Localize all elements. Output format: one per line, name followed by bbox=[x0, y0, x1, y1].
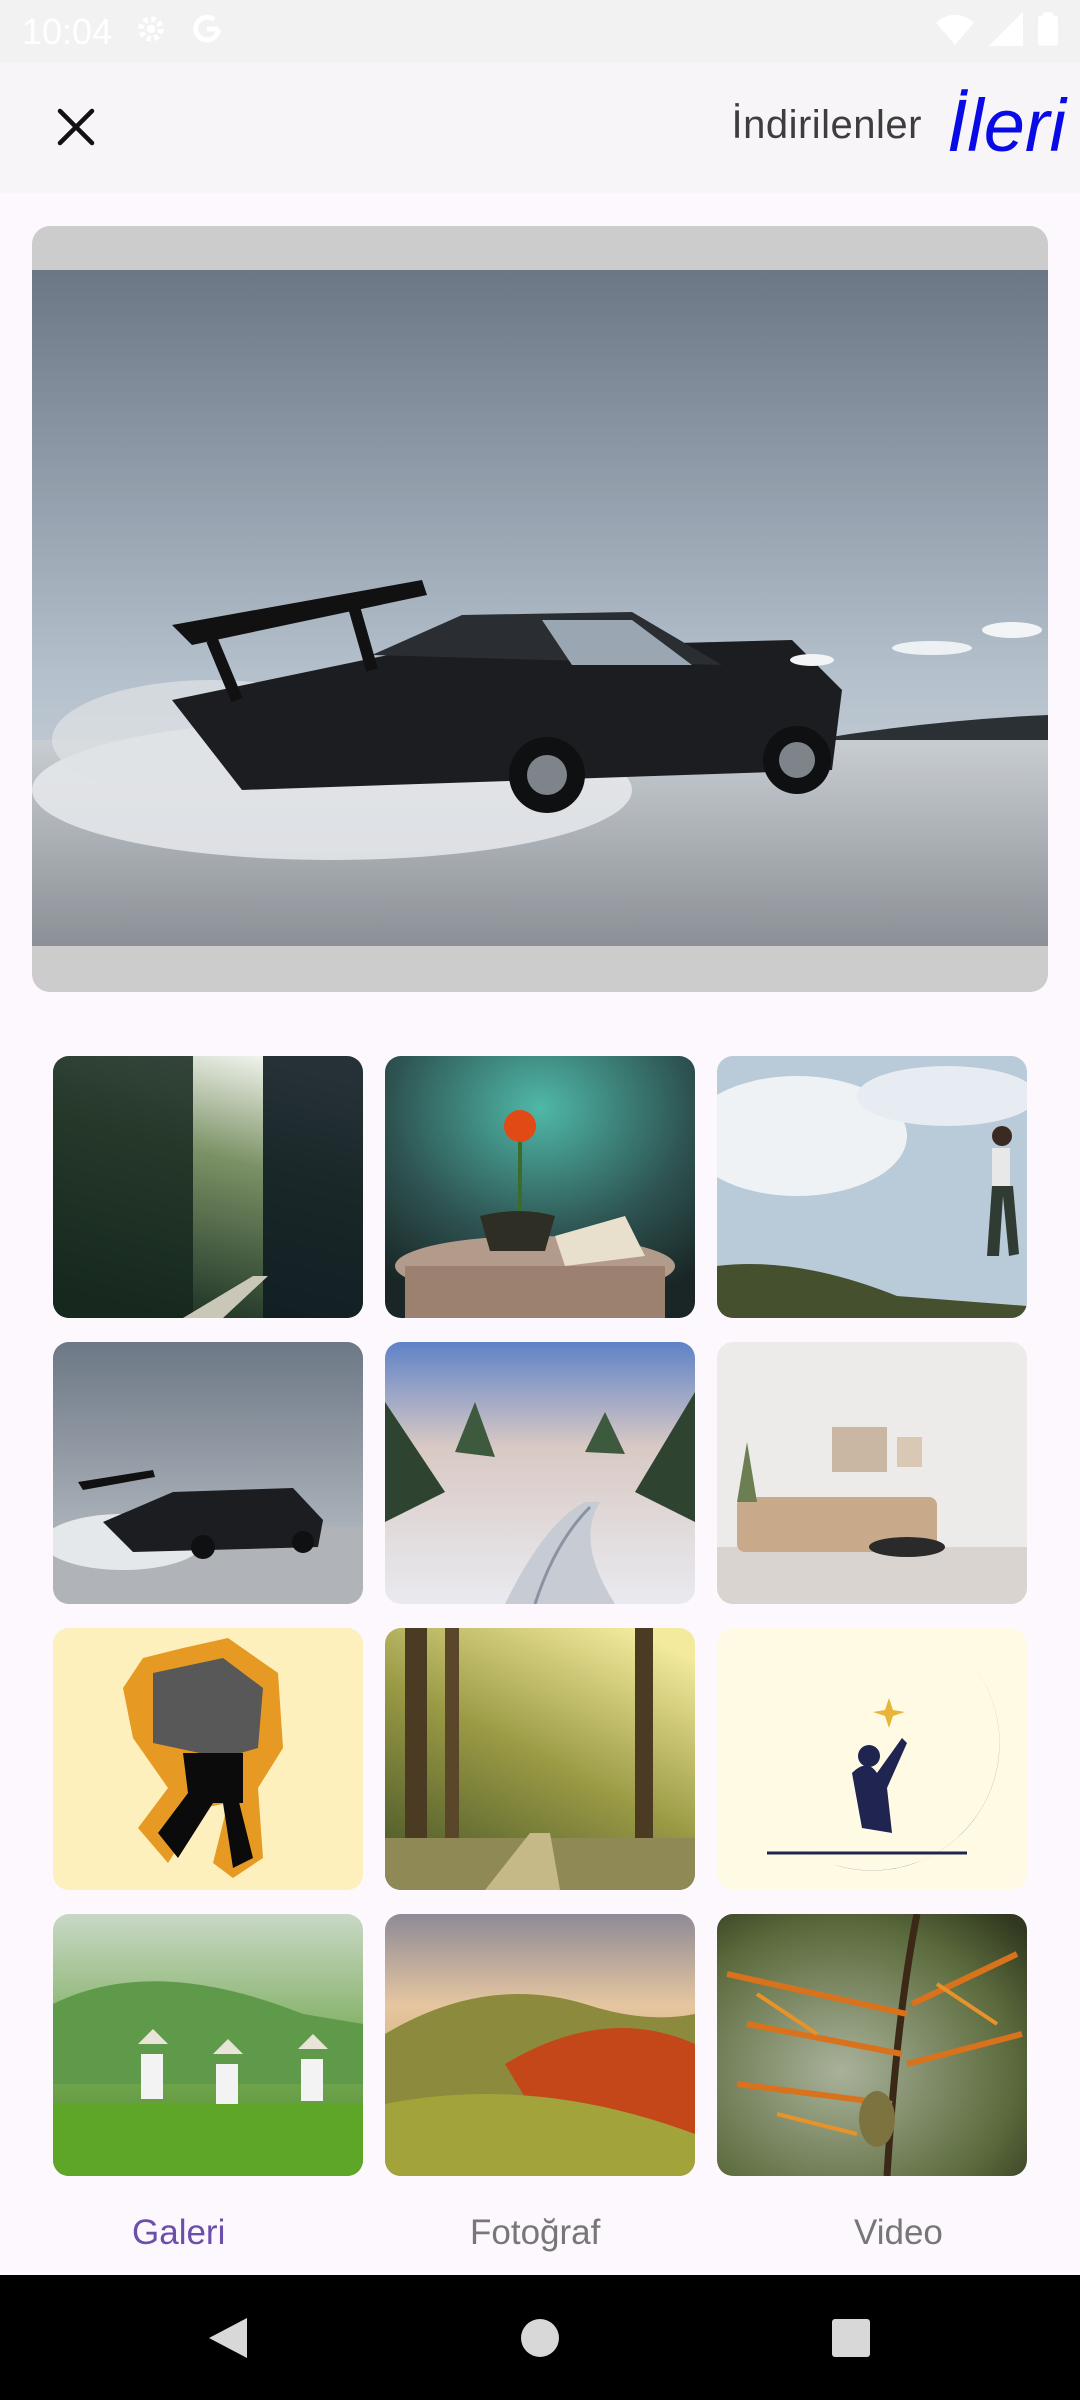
top-app-bar: İndirilenler İleri bbox=[0, 63, 1080, 193]
downloads-folder-selector[interactable]: İndirilenler bbox=[731, 103, 922, 148]
thumbnail-image bbox=[385, 1056, 695, 1318]
gallery-thumbnail[interactable] bbox=[53, 1342, 363, 1604]
system-navigation-bar bbox=[0, 2275, 1080, 2400]
thumbnail-image bbox=[717, 1342, 1027, 1604]
gallery-thumbnail[interactable] bbox=[53, 1056, 363, 1318]
thumbnail-image bbox=[385, 1628, 695, 1890]
recents-button[interactable] bbox=[818, 2305, 884, 2371]
back-button[interactable] bbox=[195, 2305, 261, 2371]
status-bar: 10:04 bbox=[0, 0, 1080, 63]
tab-gallery[interactable]: Galeri bbox=[132, 2213, 225, 2253]
gallery-thumbnail[interactable] bbox=[385, 1628, 695, 1890]
recents-icon bbox=[832, 2319, 870, 2357]
home-icon bbox=[521, 2319, 559, 2357]
gear-icon bbox=[134, 12, 168, 51]
back-icon bbox=[209, 2318, 247, 2358]
gallery-thumbnail[interactable] bbox=[717, 1342, 1027, 1604]
gallery-thumbnail[interactable] bbox=[717, 1056, 1027, 1318]
gallery-thumbnail[interactable] bbox=[53, 1628, 363, 1890]
next-button[interactable]: İleri bbox=[947, 83, 1066, 168]
gallery-thumbnail[interactable] bbox=[53, 1914, 363, 2176]
close-button[interactable] bbox=[40, 91, 112, 163]
media-source-tabs: Galeri Fotoğraf Video bbox=[0, 2195, 1080, 2275]
google-icon bbox=[190, 12, 224, 51]
status-time: 10:04 bbox=[22, 10, 113, 52]
thumbnail-image bbox=[385, 1914, 695, 2176]
preview-image bbox=[32, 270, 1048, 946]
thumbnail-image bbox=[717, 1628, 1027, 1890]
gallery-thumbnail[interactable] bbox=[717, 1628, 1027, 1890]
thumbnail-image bbox=[717, 1914, 1027, 2176]
gallery-thumbnail[interactable] bbox=[385, 1914, 695, 2176]
close-icon bbox=[57, 108, 95, 146]
home-button[interactable] bbox=[507, 2305, 573, 2371]
tab-photo[interactable]: Fotoğraf bbox=[470, 2213, 600, 2253]
thumbnail-image bbox=[385, 1342, 695, 1604]
thumbnail-image bbox=[53, 1628, 363, 1890]
gallery-thumbnail[interactable] bbox=[385, 1342, 695, 1604]
wifi-icon bbox=[936, 12, 974, 51]
thumbnail-image bbox=[53, 1914, 363, 2176]
battery-icon bbox=[1038, 12, 1058, 51]
thumbnail-image bbox=[53, 1342, 363, 1604]
tab-video[interactable]: Video bbox=[854, 2213, 943, 2253]
thumbnail-image bbox=[717, 1056, 1027, 1318]
thumbnail-image bbox=[53, 1056, 363, 1318]
selected-image-preview bbox=[32, 226, 1048, 992]
gallery-thumbnail[interactable] bbox=[717, 1914, 1027, 2176]
signal-icon bbox=[988, 12, 1024, 51]
status-right bbox=[936, 12, 1058, 51]
status-left: 10:04 bbox=[22, 11, 224, 53]
gallery-thumbnail[interactable] bbox=[385, 1056, 695, 1318]
